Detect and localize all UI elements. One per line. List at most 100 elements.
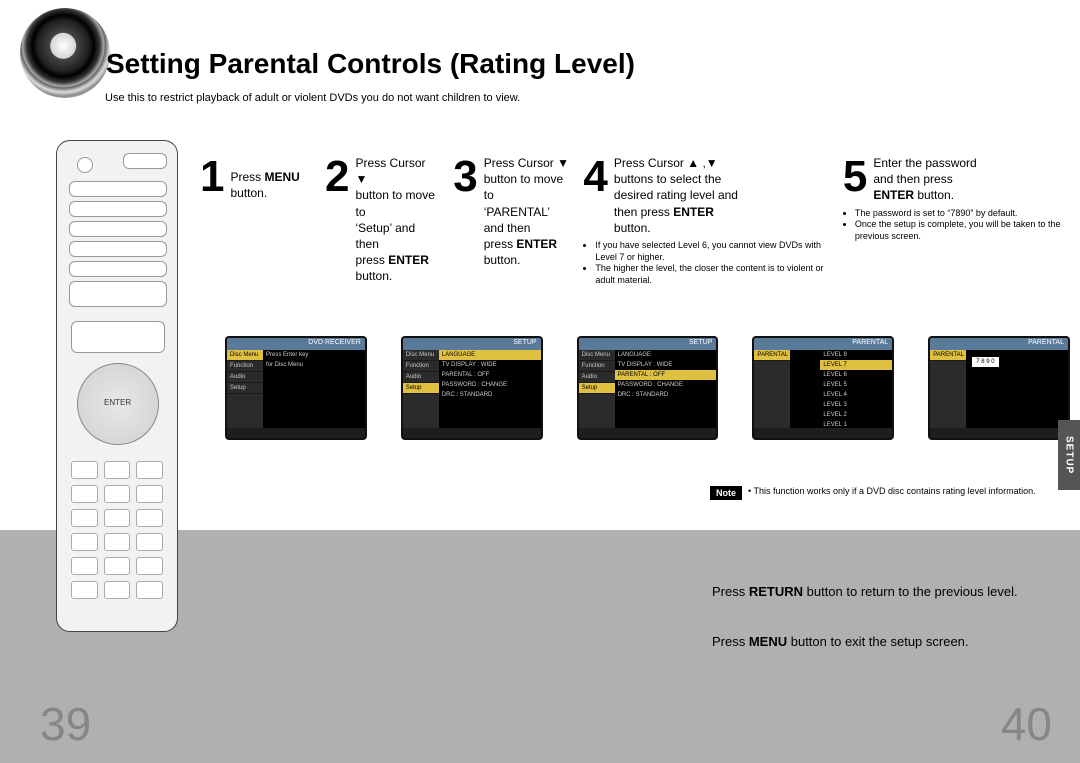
text: This function works only if a DVD disc c… (754, 486, 1036, 496)
step-text: Press Cursor ▼ button to move to ‘PARENT… (484, 155, 570, 268)
text: Enter the password (873, 156, 976, 170)
page-number-left: 39 (40, 697, 91, 751)
step-number: 5 (843, 155, 867, 199)
remote-row (71, 321, 165, 353)
remote-diagram (56, 140, 178, 632)
step-number: 1 (200, 155, 224, 199)
osd-line: TV DISPLAY : WIDE (439, 360, 541, 370)
step-text: Press Cursor ▲ ,▼ buttons to select the … (614, 155, 749, 236)
speaker-graphic (20, 8, 110, 98)
osd-footer (754, 428, 892, 438)
osd-footer (579, 428, 717, 438)
osd-side: PARENTAL (930, 350, 966, 428)
osd-side-item: Setup (227, 383, 263, 394)
text: Press (712, 634, 749, 649)
osd-side-item: Setup (403, 383, 439, 394)
osd-screens: DVD RECEIVER Disc Menu Function Audio Se… (225, 336, 1070, 440)
osd-line: TV DISPLAY : WIDE (615, 360, 717, 370)
text: button to move to (484, 172, 563, 202)
text: button to exit the setup screen. (787, 634, 968, 649)
osd-screen-3: SETUP Disc Menu Function Audio Setup LAN… (577, 336, 719, 440)
remote-row (69, 281, 167, 307)
osd-header: SETUP (579, 338, 717, 350)
step-1: 1 Press MENU button. (200, 155, 311, 287)
step-number: 4 (583, 155, 607, 199)
step-5-notes: The password is set to “7890” by default… (843, 204, 1070, 243)
osd-side-item: PARENTAL (930, 350, 966, 361)
text: button. (614, 221, 651, 235)
step-4-col: 4 Press Cursor ▲ ,▼ buttons to select th… (583, 155, 828, 287)
osd-line: LEVEL 7 (820, 360, 892, 370)
step-text: Enter the password and then press ENTER … (873, 155, 976, 204)
osd-header: PARENTAL (930, 338, 1068, 350)
text: then press (614, 205, 673, 219)
remote-row (69, 201, 167, 217)
text: Press (230, 170, 264, 184)
text-bold: ENTER (516, 237, 557, 251)
text-bold: ENTER (873, 188, 914, 202)
osd-main: LANGUAGE TV DISPLAY : WIDE PARENTAL : OF… (615, 350, 717, 428)
osd-main: 7 8 9 0 (966, 350, 1068, 428)
osd-line: LEVEL 2 (820, 410, 892, 420)
osd-line: LANGUAGE (439, 350, 541, 360)
remote-row (69, 261, 167, 277)
remote-toggle (123, 153, 167, 169)
text-bold: RETURN (749, 584, 803, 599)
remote-row (69, 241, 167, 257)
osd-screen-5: PARENTAL PARENTAL 7 8 9 0 (928, 336, 1070, 440)
text-bold: ENTER (388, 253, 429, 267)
osd-line: LEVEL 4 (820, 390, 892, 400)
osd-header: SETUP (403, 338, 541, 350)
osd-side-item: Audio (579, 372, 615, 383)
remote-power-icon (77, 157, 93, 173)
osd-side: Disc Menu Function Audio Setup (227, 350, 263, 428)
osd-side-item: Audio (227, 372, 263, 383)
note-item: If you have selected Level 6, you cannot… (595, 240, 828, 263)
page-title: Setting Parental Controls (Rating Level) (106, 48, 635, 80)
osd-line: LEVEL 6 (820, 370, 892, 380)
osd-line: DRC : STANDARD (439, 390, 541, 400)
text-bold: MENU (265, 170, 300, 184)
osd-side-item: Disc Menu (579, 350, 615, 361)
text-bold: MENU (749, 634, 787, 649)
osd-header: DVD RECEIVER (227, 338, 365, 350)
step-number: 2 (325, 155, 349, 199)
text: buttons to select the (614, 172, 721, 186)
osd-side-item: Setup (579, 383, 615, 394)
step-5: 5 Enter the password and then press ENTE… (843, 155, 1070, 204)
side-tab-setup: SETUP (1058, 420, 1080, 490)
text-bold: ENTER (673, 205, 714, 219)
step-4: 4 Press Cursor ▲ ,▼ buttons to select th… (583, 155, 828, 236)
osd-footer (227, 428, 365, 438)
note-label: Note (710, 486, 742, 500)
osd-main: LANGUAGE TV DISPLAY : WIDE PARENTAL : OF… (439, 350, 541, 428)
osd-line: PASSWORD : CHANGE (615, 380, 717, 390)
step-number: 3 (453, 155, 477, 199)
text: button to move to (356, 188, 435, 218)
osd-side-item: Function (403, 361, 439, 372)
menu-instruction: Press MENU button to exit the setup scre… (712, 634, 969, 649)
return-instruction: Press RETURN button to return to the pre… (712, 584, 1018, 599)
step-3: 3 Press Cursor ▼ button to move to ‘PARE… (453, 155, 569, 287)
text: ‘PARENTAL’ and then (484, 205, 550, 235)
osd-side-item: PARENTAL (754, 350, 790, 361)
osd-side: Disc Menu Function Audio Setup (403, 350, 439, 428)
text: button. (484, 253, 521, 267)
osd-side-item: Disc Menu (403, 350, 439, 361)
osd-main: Press Enter key for Disc Menu (263, 350, 365, 428)
remote-button-grid (71, 461, 163, 611)
text: Press Cursor ▲ ,▼ (614, 156, 718, 170)
osd-line: LEVEL 8 (820, 350, 892, 360)
osd-side-item: Function (227, 361, 263, 372)
step-text: Press Cursor ▼ button to move to ‘Setup’… (356, 155, 440, 285)
osd-line: Press Enter key (263, 350, 365, 360)
step-5-col: 5 Enter the password and then press ENTE… (843, 155, 1070, 287)
osd-side-item: Function (579, 361, 615, 372)
step-4-notes: If you have selected Level 6, you cannot… (583, 236, 828, 287)
osd-side-item: Disc Menu (227, 350, 263, 361)
remote-row (69, 181, 167, 197)
text: press (356, 253, 389, 267)
steps-row: 1 Press MENU button. 2 Press Cursor ▼ bu… (200, 155, 1070, 287)
step-2: 2 Press Cursor ▼ button to move to ‘Setu… (325, 155, 439, 287)
osd-line: PARENTAL : OFF (439, 370, 541, 380)
